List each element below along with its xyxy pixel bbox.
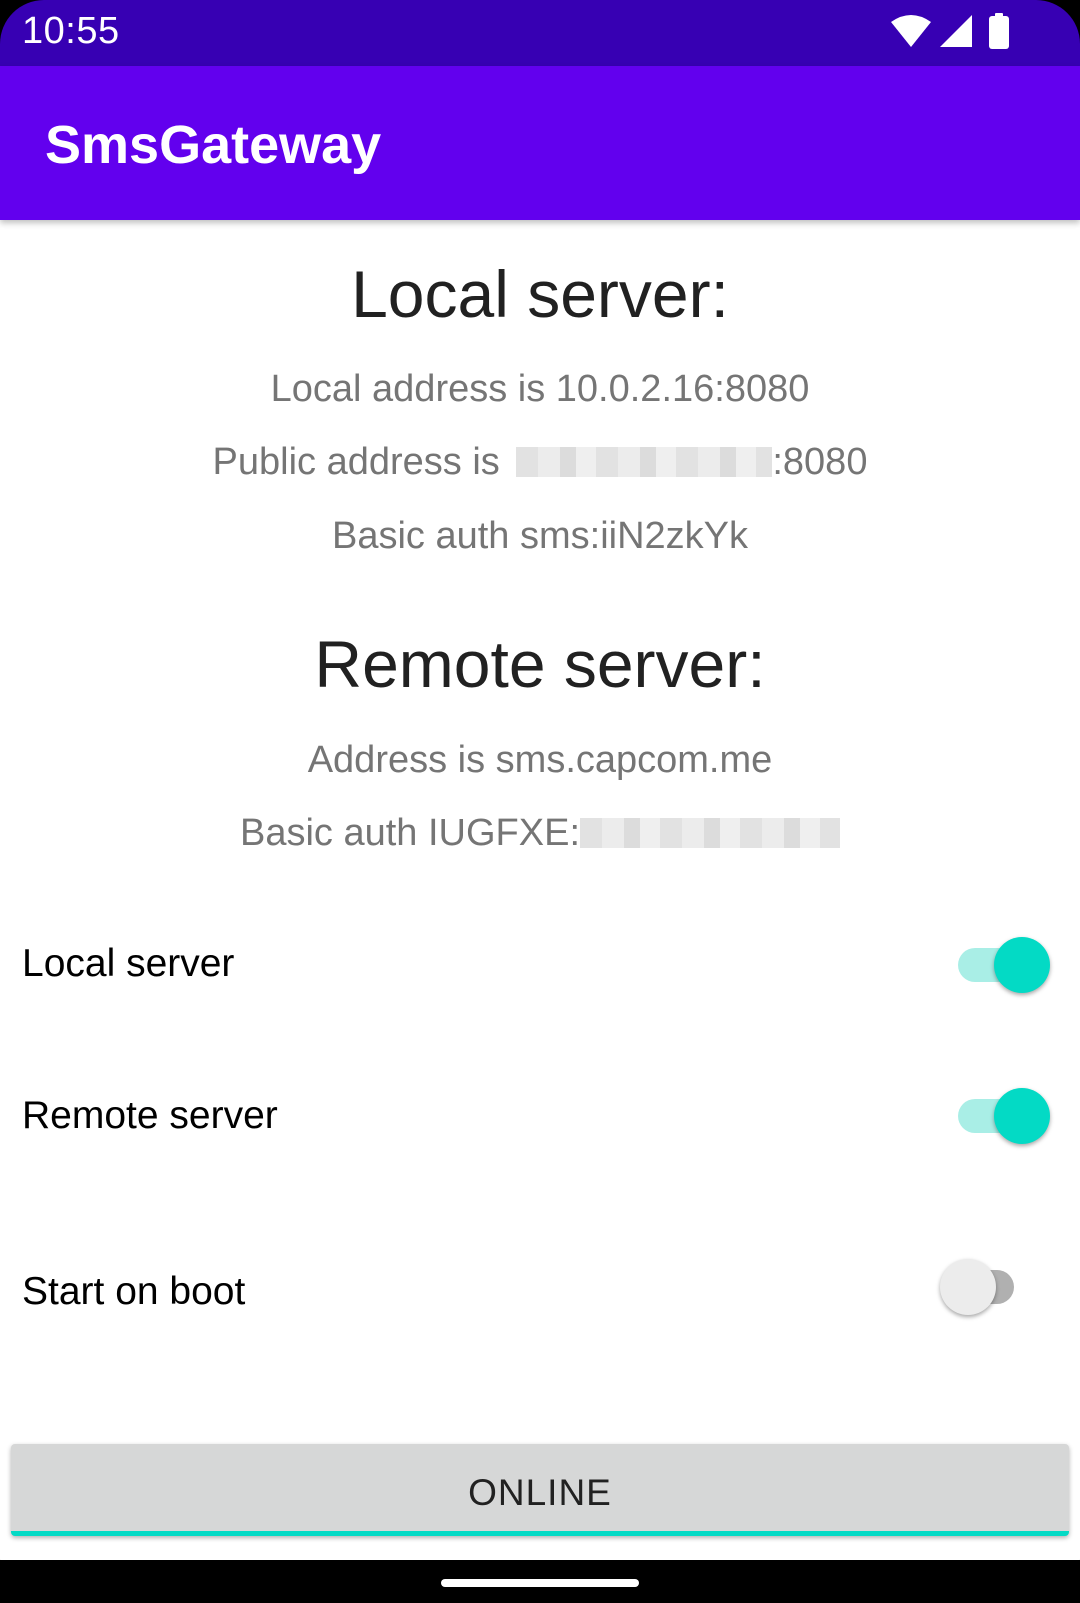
start-on-boot-switch[interactable] (940, 1256, 1030, 1316)
local-server-heading: Local server: (351, 257, 729, 331)
redacted-remote-password (580, 818, 840, 848)
switch-thumb (994, 1088, 1050, 1144)
battery-icon (988, 12, 1010, 54)
status-icons (890, 12, 1010, 54)
public-address-prefix: Public address is (212, 441, 500, 483)
switch-thumb (994, 937, 1050, 993)
local-server-label: Local server (22, 942, 235, 985)
redacted-public-ip (516, 447, 773, 477)
remote-basic-auth-text: Basic auth IUGFXE: (0, 812, 1080, 855)
public-address-port: :8080 (772, 441, 868, 483)
remote-server-label: Remote server (22, 1094, 278, 1137)
online-button[interactable]: ONLINE (11, 1444, 1069, 1536)
app-title: SmsGateway (45, 115, 382, 175)
device-screen: 10:55 SmsGateway Local server: Local add… (0, 0, 1080, 1603)
local-address-text: Local address is 10.0.2.16:8080 (270, 368, 810, 410)
app-bar: SmsGateway (0, 66, 1080, 220)
local-server-switch[interactable] (952, 934, 1050, 994)
setting-row-remote-server: Remote server (0, 1078, 1080, 1158)
cell-signal-icon (938, 14, 974, 53)
switch-thumb (940, 1259, 996, 1315)
wifi-icon (890, 14, 932, 53)
status-bar: 10:55 (0, 0, 1080, 66)
remote-server-switch[interactable] (952, 1085, 1050, 1145)
main-content: Local server: Local address is 10.0.2.16… (0, 220, 1080, 1560)
start-on-boot-label: Start on boot (22, 1270, 246, 1313)
local-basic-auth-text: Basic auth sms:iiN2zkYk (331, 515, 748, 557)
setting-row-local-server: Local server (0, 926, 1080, 1006)
setting-row-start-on-boot: Start on boot (0, 1254, 1080, 1334)
home-gesture-handle[interactable] (441, 1579, 639, 1587)
status-time: 10:55 (22, 10, 120, 52)
online-button-label: ONLINE (468, 1472, 612, 1513)
remote-server-heading: Remote server: (314, 627, 766, 701)
navigation-bar (0, 1560, 1080, 1603)
remote-basic-auth-prefix: Basic auth IUGFXE: (239, 812, 580, 854)
public-address-text: Public address is :8080 (0, 441, 1080, 484)
remote-address-text: Address is sms.capcom.me (307, 739, 773, 781)
